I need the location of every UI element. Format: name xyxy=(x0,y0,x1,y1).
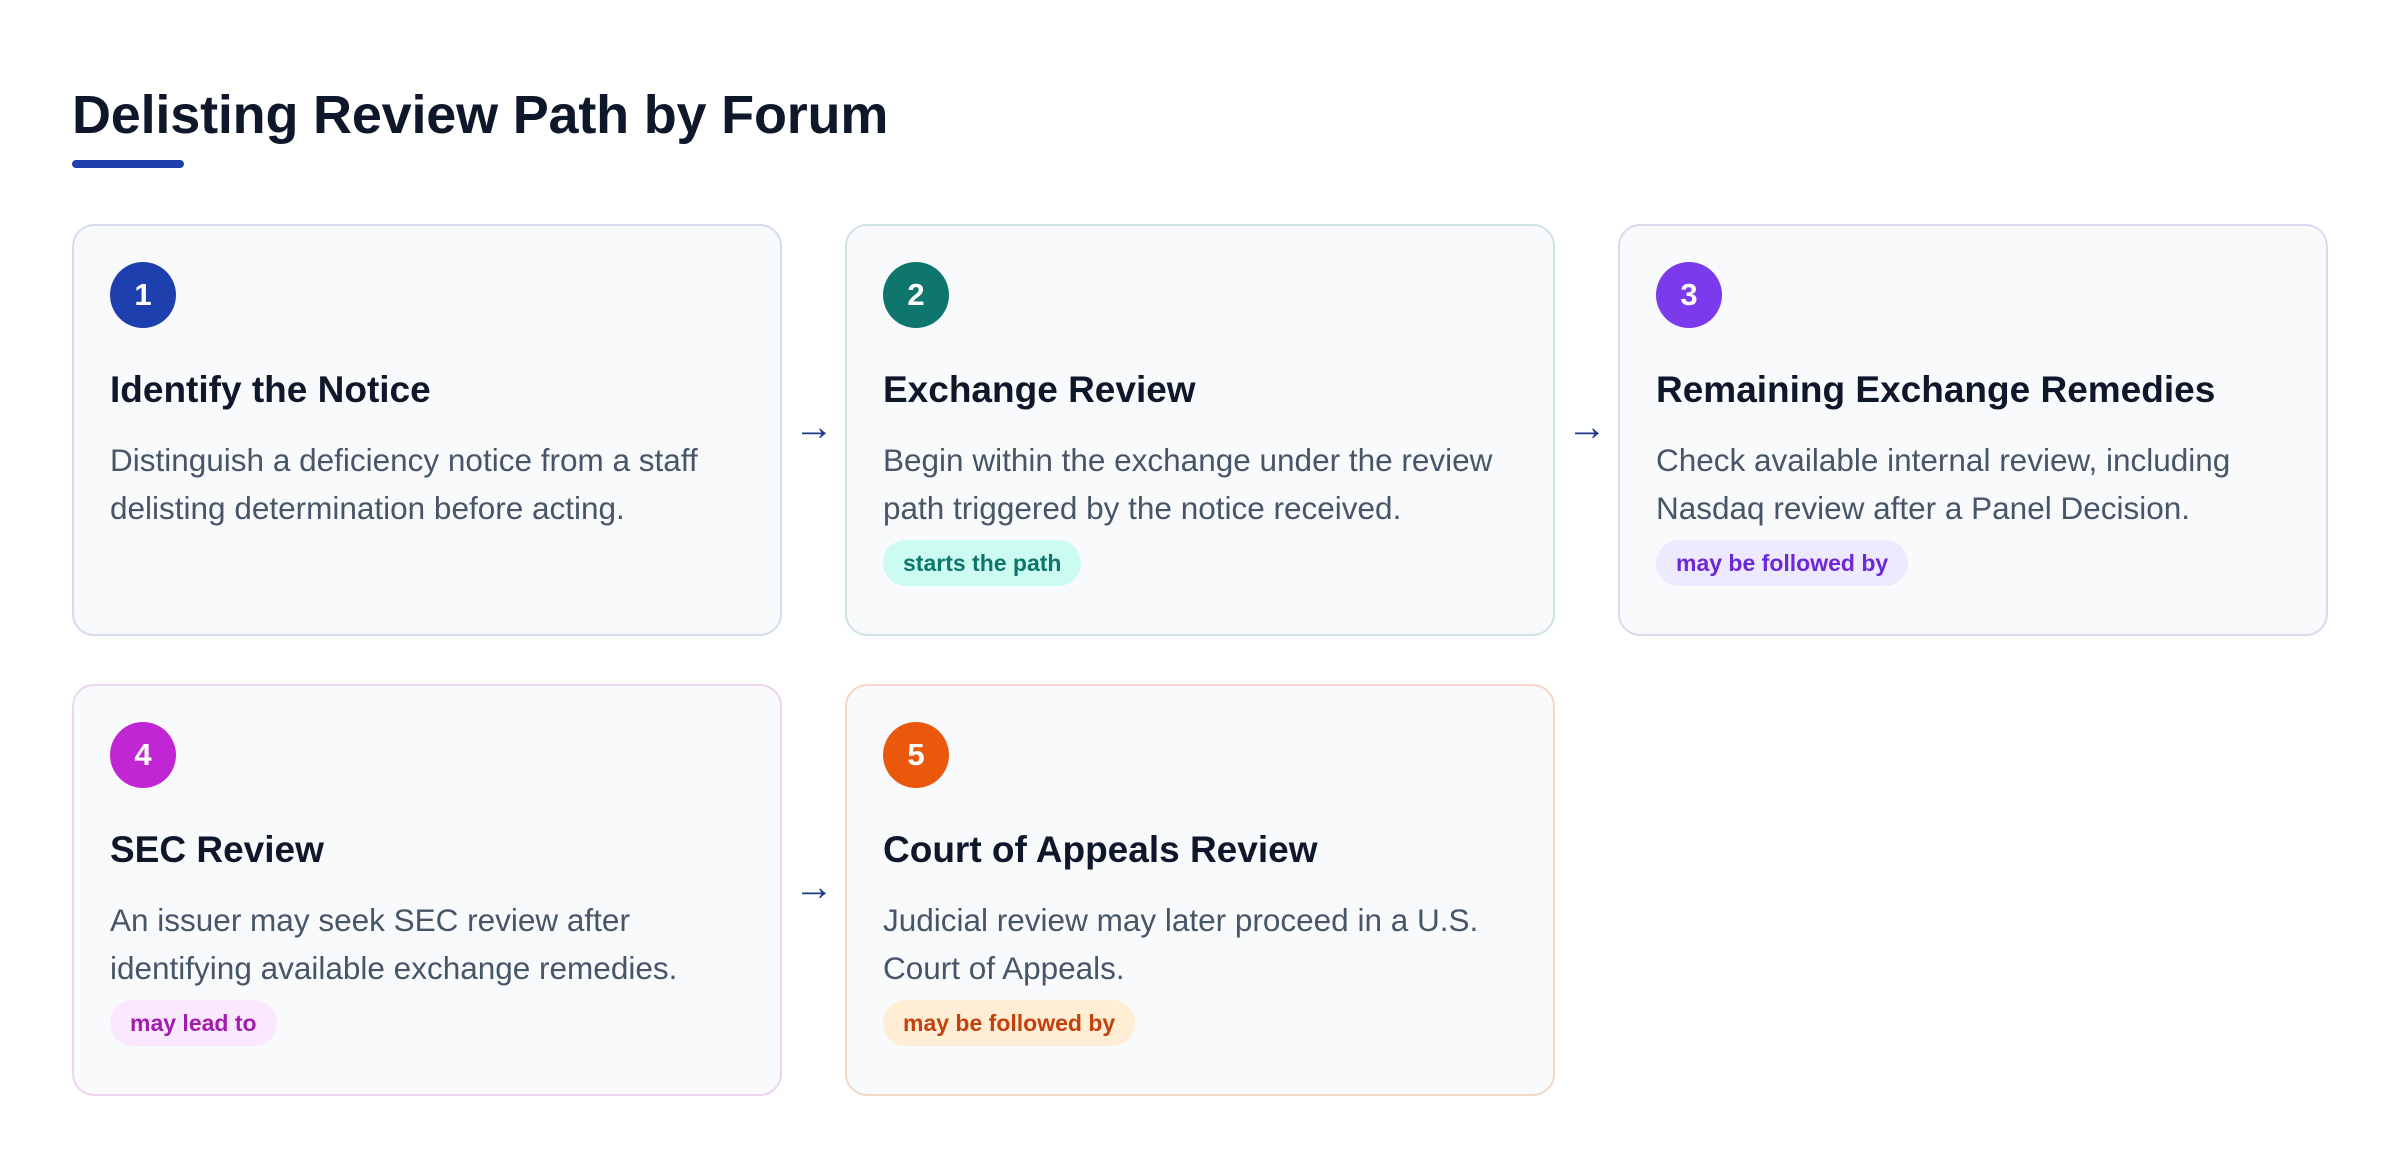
step-card-court-of-appeals-review: 5 Court of Appeals Review Judicial revie… xyxy=(845,684,1555,1096)
step-description: An issuer may seek SEC review after iden… xyxy=(110,902,678,986)
step-description: Check available internal review, includi… xyxy=(1656,442,2231,526)
step-number-badge: 3 xyxy=(1656,262,1722,328)
step-card-sec-review: 4 SEC Review An issuer may seek SEC revi… xyxy=(72,684,782,1096)
step-title: SEC Review xyxy=(110,829,324,870)
step-card-remaining-exchange-remedies: 3 Remaining Exchange Remedies Check avai… xyxy=(1618,224,2328,636)
step-title: Identify the Notice xyxy=(110,369,431,410)
step-number-badge: 4 xyxy=(110,722,176,788)
step-card-exchange-review: 2 Exchange Review Begin within the excha… xyxy=(845,224,1555,636)
step-number-badge: 5 xyxy=(883,722,949,788)
step-title: Remaining Exchange Remedies xyxy=(1656,369,2216,410)
arrow-right-icon: → xyxy=(1567,405,1607,449)
step-description: Begin within the exchange under the revi… xyxy=(883,442,1493,526)
relation-tag: may be followed by xyxy=(883,1000,1136,1046)
step-title: Court of Appeals Review xyxy=(883,829,1318,870)
page-title: Delisting Review Path by Forum xyxy=(72,85,889,145)
step-description: Judicial review may later proceed in a U… xyxy=(883,902,1479,986)
relation-tag: may be followed by xyxy=(1656,540,1909,586)
relation-tag: may lead to xyxy=(110,1000,277,1046)
step-title: Exchange Review xyxy=(883,369,1196,410)
arrow-right-icon: → xyxy=(794,405,834,449)
step-card-identify-notice: 1 Identify the Notice Distinguish a defi… xyxy=(72,224,782,636)
step-description: Distinguish a deficiency notice from a s… xyxy=(110,442,698,526)
page: Delisting Review Path by Forum 1 Identif… xyxy=(0,0,2400,1166)
step-number-badge: 2 xyxy=(883,262,949,328)
title-underline xyxy=(72,160,184,168)
step-number-badge: 1 xyxy=(110,262,176,328)
relation-tag: starts the path xyxy=(883,540,1082,586)
arrow-right-icon: → xyxy=(794,865,834,909)
